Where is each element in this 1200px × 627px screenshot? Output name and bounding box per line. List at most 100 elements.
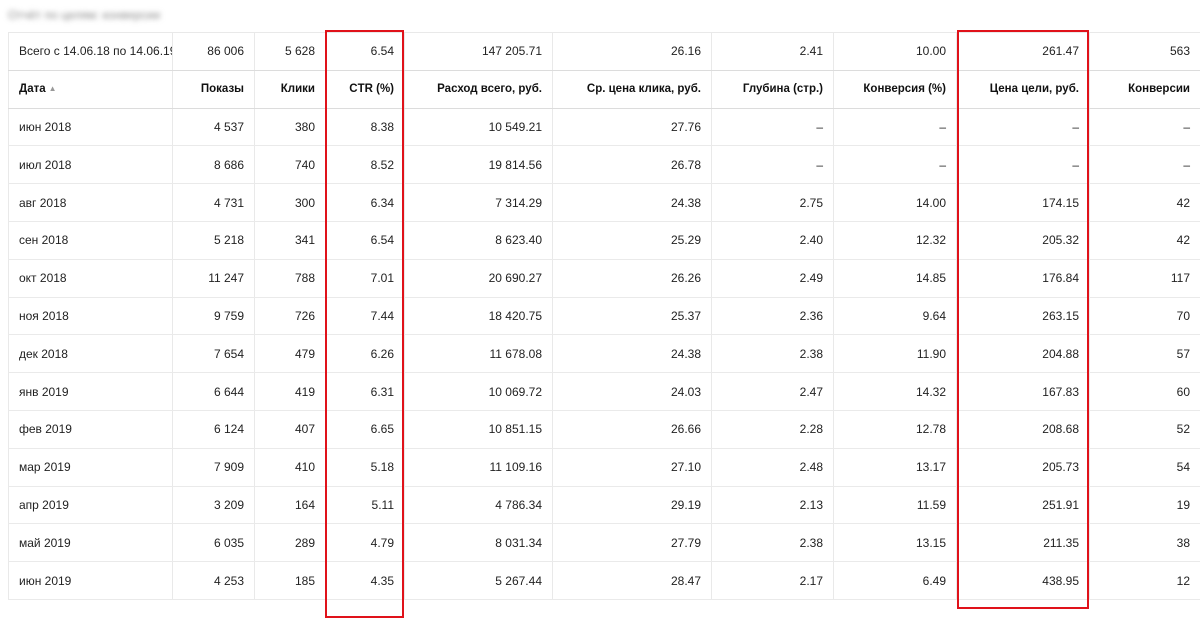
goal-cost-cell: 167.83 [956, 372, 1090, 411]
total-conv-rate: 10.00 [833, 32, 957, 71]
goal-cost-cell: 263.15 [956, 297, 1090, 336]
date-cell: ноя 2018 [8, 297, 173, 336]
conv-rate-cell: 13.17 [833, 448, 957, 487]
depth-cell: 2.38 [711, 523, 834, 563]
conversions-cell: 42 [1089, 221, 1200, 260]
conversions-cell: – [1089, 108, 1200, 147]
date-cell: окт 2018 [8, 259, 173, 298]
column-header-cpc[interactable]: Ср. цена клика, руб. [552, 70, 712, 109]
clicks-cell: 788 [254, 259, 326, 298]
column-header-goal-cost[interactable]: Цена цели, руб. [956, 70, 1090, 109]
clicks-cell: 164 [254, 486, 326, 525]
ctr-cell: 7.01 [325, 259, 405, 298]
ctr-cell: 7.44 [325, 297, 405, 336]
cpc-cell: 26.26 [552, 259, 712, 298]
date-cell: дек 2018 [8, 334, 173, 374]
sort-ascending-icon: ▲ [48, 84, 57, 94]
cpc-cell: 27.10 [552, 448, 712, 487]
ctr-cell: 6.34 [325, 183, 405, 222]
conversions-cell: 38 [1089, 523, 1200, 563]
ctr-cell: 5.18 [325, 448, 405, 487]
goal-cost-cell: 204.88 [956, 334, 1090, 374]
clicks-cell: 479 [254, 334, 326, 374]
table-row: июл 2018 8 686 740 8.52 19 814.56 26.78– – – – [8, 145, 1200, 185]
conv-rate-cell: 14.85 [833, 259, 957, 298]
clicks-cell: 300 [254, 183, 326, 222]
depth-cell: 2.28 [711, 410, 834, 449]
clicks-cell: 740 [254, 145, 326, 185]
ctr-cell: 4.35 [325, 561, 405, 600]
depth-cell: 2.40 [711, 221, 834, 260]
conversions-cell: 52 [1089, 410, 1200, 449]
date-cell: мар 2019 [8, 448, 173, 487]
shows-cell: 11 247 [172, 259, 255, 298]
table-row: янв 2019 6 644 419 6.31 10 069.72 24.03 2.47 14… [8, 372, 1200, 411]
ctr-cell: 6.65 [325, 410, 405, 449]
conv-rate-cell: 12.32 [833, 221, 957, 260]
date-cell: июл 2018 [8, 145, 173, 185]
clicks-cell: 410 [254, 448, 326, 487]
column-header-date-label: Дата [19, 83, 46, 96]
table-row: дек 2018 7 654 479 6.26 11 678.08 24.38 2.38 11… [8, 334, 1200, 374]
goal-cost-cell: – [956, 145, 1090, 185]
shows-cell: 4 731 [172, 183, 255, 222]
cpc-cell: 24.38 [552, 183, 712, 222]
column-header-shows[interactable]: Показы [172, 70, 255, 109]
total-depth: 2.41 [711, 32, 834, 71]
column-header-clicks[interactable]: Клики [254, 70, 326, 109]
conv-rate-cell: 9.64 [833, 297, 957, 336]
depth-cell: 2.13 [711, 486, 834, 525]
clicks-cell: 419 [254, 372, 326, 411]
date-cell: май 2019 [8, 523, 173, 563]
table-row: сен 2018 5 218 341 6.54 8 623.40 25.29 2.40 12.… [8, 221, 1200, 260]
clicks-cell: 726 [254, 297, 326, 336]
shows-cell: 7 654 [172, 334, 255, 374]
conversions-cell: 117 [1089, 259, 1200, 298]
conversions-cell: 19 [1089, 486, 1200, 525]
date-cell: апр 2019 [8, 486, 173, 525]
ctr-cell: 6.31 [325, 372, 405, 411]
depth-cell: 2.38 [711, 334, 834, 374]
shows-cell: 4 537 [172, 108, 255, 147]
column-header-conv-rate[interactable]: Конверсия (%) [833, 70, 957, 109]
depth-cell: – [711, 145, 834, 185]
shows-cell: 8 686 [172, 145, 255, 185]
column-header-spend[interactable]: Расход всего, руб. [404, 70, 553, 109]
clicks-cell: 185 [254, 561, 326, 600]
cpc-cell: 29.19 [552, 486, 712, 525]
cpc-cell: 25.37 [552, 297, 712, 336]
date-cell: июн 2019 [8, 561, 173, 600]
report-title: Отчёт по целям: конверсии [8, 8, 161, 22]
column-header-ctr[interactable]: CTR (%) [325, 70, 405, 109]
shows-cell: 3 209 [172, 486, 255, 525]
spend-cell: 8 623.40 [404, 221, 553, 260]
cpc-cell: 25.29 [552, 221, 712, 260]
spend-cell: 19 814.56 [404, 145, 553, 185]
conv-rate-cell: – [833, 145, 957, 185]
spend-cell: 10 549.21 [404, 108, 553, 147]
shows-cell: 6 644 [172, 372, 255, 411]
clicks-cell: 380 [254, 108, 326, 147]
ctr-cell: 6.54 [325, 221, 405, 260]
shows-cell: 9 759 [172, 297, 255, 336]
conv-rate-cell: – [833, 108, 957, 147]
goal-cost-cell: 205.73 [956, 448, 1090, 487]
cpc-cell: 24.03 [552, 372, 712, 411]
date-cell: авг 2018 [8, 183, 173, 222]
cpc-cell: 24.38 [552, 334, 712, 374]
total-ctr: 6.54 [325, 32, 405, 71]
column-header-date[interactable]: Дата ▲ [8, 70, 173, 109]
conv-rate-cell: 14.00 [833, 183, 957, 222]
conversions-cell: 12 [1089, 561, 1200, 600]
cpc-cell: 26.66 [552, 410, 712, 449]
depth-cell: 2.49 [711, 259, 834, 298]
table-row: июн 2018 4 537 380 8.38 10 549.21 27.76– – – – [8, 108, 1200, 147]
spend-cell: 8 031.34 [404, 523, 553, 563]
column-header-conversions[interactable]: Конверсии [1089, 70, 1200, 109]
conv-rate-cell: 14.32 [833, 372, 957, 411]
column-header-depth[interactable]: Глубина (стр.) [711, 70, 834, 109]
conversions-cell: 70 [1089, 297, 1200, 336]
depth-cell: 2.75 [711, 183, 834, 222]
table-row: авг 2018 4 731 300 6.34 7 314.29 24.38 2.75 14.… [8, 183, 1200, 222]
goal-cost-cell: 208.68 [956, 410, 1090, 449]
